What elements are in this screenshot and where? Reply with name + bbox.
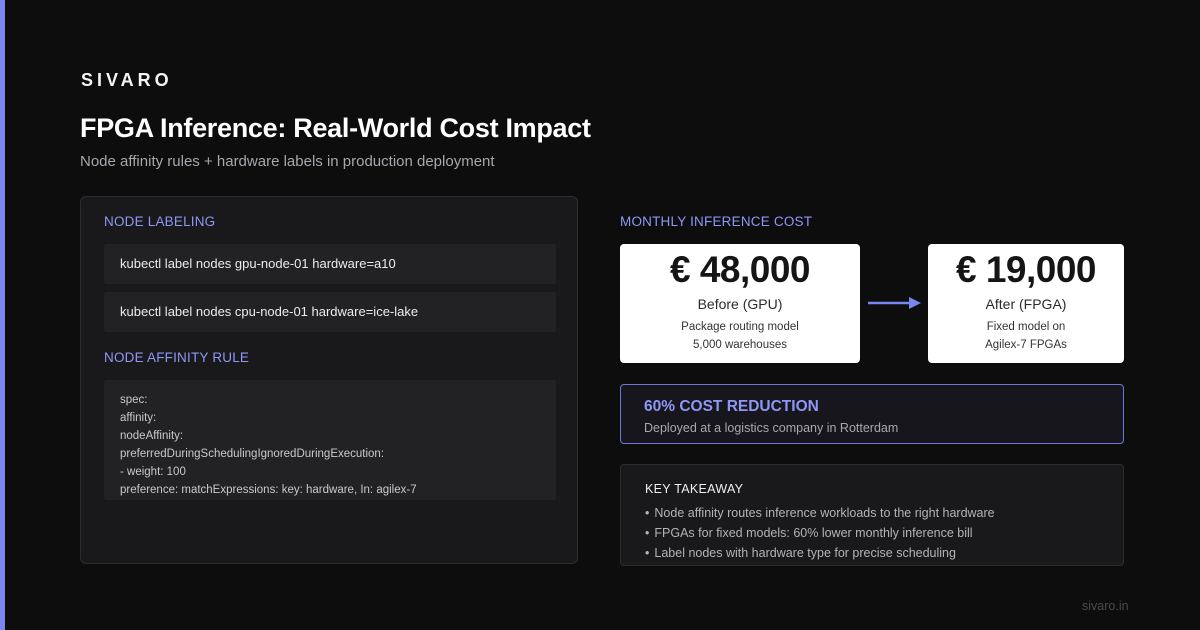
code-line: spec: [120,394,148,406]
cost-before-amount: € 48,000 [669,249,811,290]
cost-before-caption: Before (GPU) [697,296,783,312]
footer-url: sivaro.in [1082,599,1129,613]
brand-logo: SIVARO [81,70,173,90]
code-line: preferredDuringSchedulingIgnoredDuringEx… [120,448,385,460]
command-line: kubectl label nodes cpu-node-01 hardware… [104,292,556,332]
code-line: affinity: [120,412,157,424]
cost-reduction-title: 60% COST REDUCTION [644,398,819,415]
cost-after-detail: Agilex-7 FPGAs [985,339,1067,351]
code-line: nodeAffinity: [120,430,184,442]
cost-after-card: € 19,000 After (FPGA) Fixed model on Agi… [928,244,1124,363]
list-item: Label nodes with hardware type for preci… [645,543,995,563]
cost-reduction-callout: 60% COST REDUCTION Deployed at a logisti… [620,384,1124,444]
accent-bar [0,0,5,630]
cost-before-detail: 5,000 warehouses [693,339,787,351]
cost-before-detail: Package routing model [681,321,799,333]
list-item: Node affinity routes inference workloads… [645,503,994,523]
cost-reduction-subtitle: Deployed at a logistics company in Rotte… [644,421,899,435]
key-takeaway-heading: KEY TAKEAWAY [645,482,744,496]
cost-before-card: € 48,000 Before (GPU) Package routing mo… [620,244,860,363]
command-line: kubectl label nodes gpu-node-01 hardware… [104,244,556,284]
key-takeaway-panel: KEY TAKEAWAY Node affinity routes infere… [620,464,1124,566]
affinity-code-block: spec: affinity: nodeAffinity: preferredD… [104,380,556,500]
cost-after-amount: € 19,000 [955,249,1097,290]
config-panel: NODE LABELING kubectl label nodes gpu-no… [80,196,578,564]
arrow-right-icon [868,297,921,309]
code-line: preference: matchExpressions: key: hardw… [120,484,417,496]
page-subtitle: Node affinity rules + hardware labels in… [80,153,495,170]
page-title: FPGA Inference: Real-World Cost Impact [80,113,591,143]
node-labeling-heading: NODE LABELING [104,214,216,229]
cost-after-caption: After (FPGA) [985,296,1067,312]
key-takeaway-list: Node affinity routes inference workloads… [645,503,995,563]
code-line: - weight: 100 [120,466,186,478]
cost-after-detail: Fixed model on [986,321,1066,333]
monthly-cost-heading: MONTHLY INFERENCE COST [620,214,813,229]
node-affinity-heading: NODE AFFINITY RULE [104,350,250,365]
list-item: FPGAs for fixed models: 60% lower monthl… [645,523,995,543]
